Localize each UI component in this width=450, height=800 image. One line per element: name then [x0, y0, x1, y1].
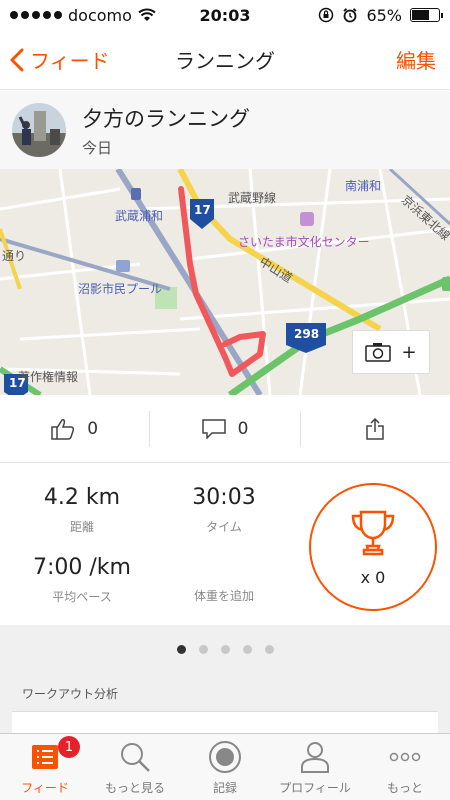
tab-explore-label: もっと見る	[104, 781, 165, 795]
page-dot[interactable]	[220, 645, 230, 654]
achievements-badge[interactable]: x 0	[309, 483, 437, 611]
analysis-section: ワークアウト分析	[0, 625, 450, 733]
navigation-bar: フィード ランニング 編集	[0, 30, 450, 90]
map-label-pool: 沼影市民プール	[78, 282, 163, 296]
tab-profile[interactable]: プロフィール	[270, 734, 360, 800]
time-stat: 30:03 タイム	[154, 485, 294, 535]
comment-icon	[201, 418, 226, 439]
pace-stat: 7:00 /km 平均ペース	[12, 555, 152, 605]
distance-value: 4.2 km	[43, 485, 121, 510]
comment-button[interactable]: 0	[149, 410, 299, 447]
chevron-left-icon	[10, 48, 24, 71]
avatar[interactable]	[12, 103, 66, 157]
profile-icon	[301, 742, 329, 773]
page-dot[interactable]	[242, 645, 252, 654]
add-weight-label: 体重を追加	[193, 589, 254, 603]
activity-title: 夕方のランニング	[82, 106, 250, 131]
tab-feed[interactable]: 1 フィード	[0, 734, 90, 800]
map-label-culture-center: さいたま市文化センター	[238, 235, 370, 249]
page-dot[interactable]	[198, 645, 208, 654]
analysis-title: ワークアウト分析	[22, 687, 119, 701]
share-icon	[366, 417, 385, 440]
share-button[interactable]	[299, 410, 450, 447]
edit-button[interactable]: 編集	[396, 45, 436, 74]
record-icon	[209, 741, 241, 773]
tab-bar: 1 フィード もっと見る 記録 プロフィール もっと	[0, 733, 450, 800]
page-dot[interactable]	[176, 645, 186, 654]
tab-more-label: もっと	[386, 781, 423, 795]
tab-profile-label: プロフィール	[279, 781, 351, 795]
status-bar: docomo 20:03 65%	[0, 0, 450, 30]
tab-explore[interactable]: もっと見る	[90, 734, 180, 800]
feed-badge: 1	[58, 736, 80, 758]
activity-stats: 4.2 km 距離 30:03 タイム 7:00 /km 平均ペース 体重を追加…	[0, 463, 450, 625]
add-weight-button[interactable]: 体重を追加	[154, 587, 294, 604]
time-value: 30:03	[192, 485, 256, 510]
comments-count: 0	[237, 418, 249, 439]
battery-icon	[410, 8, 443, 22]
trophy-icon	[351, 510, 395, 555]
map-label-musashi-urawa: 武蔵浦和	[115, 209, 164, 223]
map-label-dori: 通り	[2, 249, 27, 263]
map-label-minami-urawa: 南浦和	[345, 179, 382, 193]
battery-fill	[412, 10, 429, 20]
route-shield-298: 298	[294, 327, 320, 341]
pace-label: 平均ペース	[52, 590, 112, 604]
camera-icon	[365, 343, 392, 362]
pace-value: 7:00 /km	[33, 555, 131, 580]
distance-label: 距離	[69, 520, 94, 534]
back-label: フィード	[30, 49, 110, 73]
activity-actions: 0 0	[0, 395, 450, 463]
tab-more[interactable]: もっと	[360, 734, 450, 800]
analysis-card[interactable]	[12, 711, 438, 733]
activity-header[interactable]: 夕方のランニング 今日	[0, 91, 450, 169]
feed-icon	[32, 745, 58, 769]
distance-stat: 4.2 km 距離	[12, 485, 152, 535]
clock: 20:03	[199, 5, 251, 25]
time-label: タイム	[206, 520, 242, 534]
route-shield-17: 17	[194, 203, 211, 217]
trophy-count: x 0	[360, 567, 386, 587]
more-icon	[389, 752, 421, 762]
kudos-count: 0	[87, 418, 99, 439]
map-label-musashino-line: 武蔵野線	[228, 191, 277, 205]
add-photo-button[interactable]: +	[352, 330, 430, 374]
tab-feed-label: フィード	[21, 781, 69, 795]
map-copyright-link[interactable]: 著作権情報	[18, 368, 78, 385]
thumbs-up-icon	[51, 418, 75, 440]
tab-record[interactable]: 記録	[180, 734, 270, 800]
search-icon	[121, 743, 150, 772]
page-dot[interactable]	[264, 645, 274, 654]
back-button[interactable]: フィード	[0, 45, 110, 74]
route-shield-17-left: 17	[9, 376, 26, 390]
activity-date: 今日	[82, 138, 113, 157]
add-photo-plus: +	[401, 341, 417, 363]
tab-record-label: 記録	[212, 781, 237, 795]
page-indicator[interactable]	[0, 645, 450, 654]
kudos-button[interactable]: 0	[0, 411, 149, 447]
